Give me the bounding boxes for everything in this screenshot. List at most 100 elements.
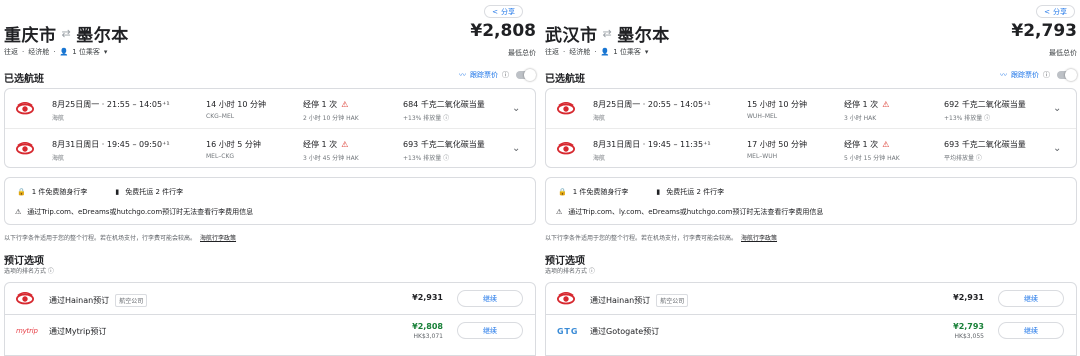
share-icon: < (1044, 7, 1050, 16)
chevron-down-icon[interactable]: ⌄ (512, 143, 521, 154)
hainan-logo-icon (557, 101, 575, 115)
dropdown-icon[interactable]: ▾ (104, 48, 108, 56)
total-price: ¥2,808 (470, 21, 536, 41)
booking-price: ¥2,793 HK$3,055 (953, 322, 984, 340)
chevron-down-icon[interactable]: ⌄ (512, 103, 521, 114)
selected-flights-card: 8月25日周一 · 21:55 – 14:05⁺¹ 海航 14 小时 10 分钟… (4, 88, 536, 168)
info-icon[interactable]: ⓘ (1043, 70, 1050, 80)
co2-comparison: +13% 排放量 ⓘ (944, 115, 991, 122)
flight-duration: 16 小时 5 分钟 (206, 140, 261, 149)
flight-row[interactable]: 8月31日周日 · 19:45 – 11:35⁺¹ 海航 17 小时 50 分钟… (546, 129, 1076, 169)
share-button[interactable]: < 分享 (484, 5, 523, 18)
mytrip-logo-icon: mytrip (16, 327, 38, 335)
selected-flights-title: 已选航班 (4, 74, 44, 85)
flight-time: 8月31日周日 · 19:45 – 09:50⁺¹ (52, 140, 170, 149)
swap-icon[interactable]: ⇄ (603, 27, 613, 40)
warning-outline-icon: ⚠ (15, 208, 22, 216)
share-button[interactable]: < 分享 (1036, 5, 1075, 18)
carry-on-text: 1 件免费随身行李 (31, 188, 88, 196)
airline-tag: 航空公司 (115, 294, 148, 307)
track-prices[interactable]: 〰 跟踪票价 ⓘ (1000, 69, 1077, 81)
baggage-card: 🔒 1 件免费随身行李 ▮ 免费托运 2 件行李 ⚠ 通过Trip.com、eD… (4, 177, 536, 225)
booking-provider: 通过Hainan预订 (590, 296, 651, 305)
booking-price: ¥2,808 HK$3,071 (412, 322, 443, 340)
stop-count: 经停 1 次 (844, 100, 879, 109)
booking-option: 通过Hainan预订 航空公司 ¥2,931 继续 (545, 282, 1077, 315)
cabin-class: 经济舱 (569, 48, 591, 56)
baggage-warning: 通过Trip.com、ly.com、eDreams或hutchgo.com预订时… (568, 208, 824, 216)
booking-provider: 通过Hainan预订 (49, 296, 110, 305)
warning-outline-icon: ⚠ (556, 208, 563, 216)
continue-button[interactable]: 继续 (998, 290, 1064, 307)
stop-count: 经停 1 次 (303, 100, 338, 109)
booking-provider: 通过Mytrip预订 (49, 327, 107, 336)
baggage-policy-link[interactable]: 海航行李政策 (741, 235, 777, 242)
flight-row[interactable]: 8月31日周日 · 19:45 – 09:50⁺¹ 海航 16 小时 5 分钟 … (5, 129, 535, 169)
airline-name: 海航 (593, 155, 606, 162)
carry-on-bag-icon: 🔒 (558, 188, 567, 196)
track-prices-toggle[interactable] (1057, 69, 1077, 81)
continue-button[interactable]: 继续 (998, 322, 1064, 339)
booking-provider: 通过Gotogate预订 (590, 327, 660, 336)
selected-flights-title: 已选航班 (545, 74, 585, 85)
swap-icon[interactable]: ⇄ (62, 27, 72, 40)
passenger-count[interactable]: 1 位乘客 (72, 47, 100, 57)
co2-comparison: 平均排放量 ⓘ (944, 155, 982, 162)
chevron-down-icon[interactable]: ⌄ (1053, 143, 1062, 154)
continue-button[interactable]: 继续 (457, 322, 523, 339)
route-title: 武汉市 ⇄ 墨尔本 (545, 21, 670, 46)
warning-icon: ⚠ (882, 140, 890, 149)
destination-city: 墨尔本 (76, 26, 129, 46)
origin-city: 重庆市 (4, 26, 57, 46)
airline-tag: 航空公司 (656, 294, 689, 307)
total-price: ¥2,793 (1011, 21, 1077, 41)
flight-route: WUH–MEL (747, 113, 778, 120)
passenger-count[interactable]: 1 位乘客 (613, 47, 641, 57)
left-pane: < 分享 重庆市 ⇄ 墨尔本 ¥2,808 往返 · 经济舱 · 👤 1 位乘客… (0, 0, 538, 356)
selected-flights-card: 8月25日周一 · 20:55 – 14:05⁺¹ 海航 15 小时 10 分钟… (545, 88, 1077, 168)
baggage-policy-link[interactable]: 海航行李政策 (200, 235, 236, 242)
co2-emissions: 692 千克二氧化碳当量 (944, 100, 1026, 109)
co2-emissions: 693 千克二氧化碳当量 (944, 140, 1026, 149)
track-prices[interactable]: 〰 跟踪票价 ⓘ (459, 69, 536, 81)
booking-option: GTG 通过Gotogate预订 ¥2,793 HK$3,055 继续 (545, 315, 1077, 356)
share-label: 分享 (501, 7, 515, 16)
flight-time: 8月25日周一 · 20:55 – 14:05⁺¹ (593, 100, 711, 109)
stop-detail: 5 小时 15 分钟 HAK (844, 155, 900, 162)
warning-icon: ⚠ (341, 140, 349, 149)
stop-detail: 2 小时 10 分钟 HAK (303, 115, 359, 122)
track-prices-toggle[interactable] (516, 69, 536, 81)
booking-options-title: 预订选项 (4, 256, 44, 267)
flight-duration: 15 小时 10 分钟 (747, 100, 807, 109)
lowest-total-label: 最低总价 (1049, 49, 1077, 57)
dropdown-icon[interactable]: ▾ (645, 48, 649, 56)
flight-duration: 17 小时 50 分钟 (747, 140, 807, 149)
chevron-down-icon[interactable]: ⌄ (1053, 103, 1062, 114)
booking-options-title: 预订选项 (545, 256, 585, 267)
carry-on-bag-icon: 🔒 (17, 188, 26, 196)
ranking-info[interactable]: 选项的排名方式 ⓘ (545, 266, 595, 275)
cabin-class: 经济舱 (28, 48, 50, 56)
flight-time: 8月31日周日 · 19:45 – 11:35⁺¹ (593, 140, 711, 149)
share-icon: < (492, 7, 498, 16)
checked-bag-icon: ▮ (656, 188, 661, 196)
origin-city: 武汉市 (545, 26, 598, 46)
stop-count: 经停 1 次 (303, 140, 338, 149)
airline-name: 海航 (52, 115, 65, 122)
flight-route: CKG–MEL (206, 113, 235, 120)
comparison-page: < 分享 重庆市 ⇄ 墨尔本 ¥2,808 往返 · 经济舱 · 👤 1 位乘客… (0, 0, 1080, 356)
flight-row[interactable]: 8月25日周一 · 20:55 – 14:05⁺¹ 海航 15 小时 10 分钟… (546, 89, 1076, 129)
warning-icon: ⚠ (341, 100, 349, 109)
lowest-total-label: 最低总价 (508, 49, 536, 57)
checked-bag-icon: ▮ (115, 188, 120, 196)
ranking-info[interactable]: 选项的排名方式 ⓘ (4, 266, 54, 275)
track-prices-label: 跟踪票价 (470, 71, 498, 79)
warning-icon: ⚠ (882, 100, 890, 109)
co2-comparison: +13% 排放量 ⓘ (403, 115, 450, 122)
continue-button[interactable]: 继续 (457, 290, 523, 307)
gotogate-logo-icon: GTG (557, 327, 579, 336)
flight-row[interactable]: 8月25日周一 · 21:55 – 14:05⁺¹ 海航 14 小时 10 分钟… (5, 89, 535, 129)
person-icon: 👤 (600, 48, 610, 56)
info-icon[interactable]: ⓘ (502, 70, 509, 80)
booking-option: mytrip 通过Mytrip预订 ¥2,808 HK$3,071 继续 (4, 315, 536, 356)
